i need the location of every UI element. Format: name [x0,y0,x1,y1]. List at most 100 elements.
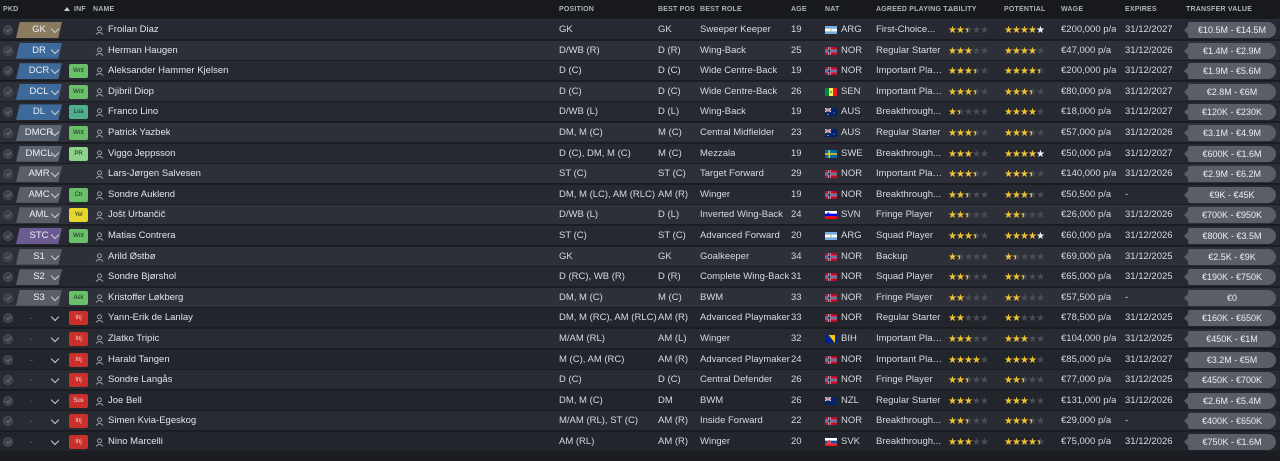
info-badge[interactable]: Loa [69,105,88,120]
table-row[interactable]: - Inj Nino Marcelli AM (RL) AM (R) Winger 20 SV… [0,432,1280,452]
transfer-value-badge[interactable]: €1.9M - €5.6M [1184,63,1276,80]
player-name[interactable]: Patrick Yazbek [108,123,170,143]
select-checkbox[interactable] [3,272,13,283]
info-badge[interactable]: Wnt [69,126,88,140]
transfer-value-badge[interactable]: €10.5M - €14.5M [1184,22,1276,38]
chevron-down-icon[interactable] [50,436,60,446]
transfer-value-badge[interactable]: €600K - €1.6M [1184,145,1276,162]
info-badge[interactable]: Wnt [69,229,88,243]
player-name[interactable]: Sondre Auklend [108,185,175,205]
select-checkbox[interactable] [3,292,13,303]
player-name[interactable]: Nino Marcelli [108,432,163,452]
player-name[interactable]: Sondre Bjørshol [108,267,176,287]
select-checkbox[interactable] [3,148,13,159]
table-row[interactable]: STC Wnt Matias Contrera ST (C) ST (C) Advance… [0,226,1280,246]
col-header-best-pos[interactable]: BEST POS [658,6,695,13]
table-row[interactable]: DMCL PR Viggo Jeppsson D (C), DM, M (C) M (C… [0,143,1280,164]
chevron-down-icon[interactable] [50,416,60,425]
info-badge[interactable]: Inj [69,332,88,346]
table-row[interactable]: DCR Wnt Aleksander Hammer Kjelsen D (C) D (C… [0,61,1280,82]
table-row[interactable]: - Inj Sondre Langås D (C) D (C) Central Defen… [0,370,1280,391]
transfer-value-badge[interactable]: €700K - €950K [1184,207,1276,224]
table-row[interactable]: - Inj Simen Kvia-Egeskog M/AM (RL), ST (C) A… [0,411,1280,432]
transfer-value-badge[interactable]: €0 [1184,289,1276,306]
table-row[interactable]: AML Yel Jošt Urbančič D/WB (L) D (L) Inverted… [0,205,1280,226]
select-checkbox[interactable] [3,416,13,427]
info-badge[interactable]: Inj [69,311,88,326]
info-badge[interactable]: Yel [69,208,88,223]
chevron-down-icon[interactable] [50,354,60,363]
select-checkbox[interactable] [3,354,13,365]
sort-arrow-icon[interactable] [64,7,70,11]
select-checkbox[interactable] [3,25,13,35]
col-header-wage[interactable]: WAGE [1061,6,1083,13]
col-header-age[interactable]: AGE [791,6,807,13]
player-name[interactable]: Yann-Erik de Lanlay [108,308,193,328]
select-checkbox[interactable] [3,375,13,386]
player-name[interactable]: Kristoffer Løkberg [108,288,183,308]
table-row[interactable]: S2 Sondre Bjørshol D (RC), WB (R) D (R) Comp… [0,267,1280,288]
info-badge[interactable]: Inj [69,435,88,449]
col-header-playing-time[interactable]: AGREED PLAYING T... [876,6,953,13]
select-checkbox[interactable] [3,231,13,241]
player-name[interactable]: Arild Østbø [108,247,156,267]
transfer-value-badge[interactable]: €2.5K - €9K [1184,248,1276,265]
transfer-value-badge[interactable]: €9K - €45K [1184,186,1276,203]
info-badge[interactable]: Wnt [69,64,88,79]
table-row[interactable]: - Inj Zlatko Tripic M/AM (RL) AM (L) Winger 32… [0,329,1280,349]
table-row[interactable]: - Inj Yann-Erik de Lanlay DM, M (RC), AM (R… [0,308,1280,329]
col-header-name[interactable]: NAME [93,6,114,13]
transfer-value-badge[interactable]: €1.4M - €2.9M [1184,42,1276,59]
transfer-value-badge[interactable]: €400K - €650K [1184,413,1276,430]
info-badge[interactable]: Sus [69,393,88,408]
select-checkbox[interactable] [3,189,13,200]
table-row[interactable]: AMC Ctr Sondre Auklend DM, M (LC), AM (RLC)… [0,184,1280,205]
transfer-value-badge[interactable]: €800K - €3.5M [1184,228,1276,244]
player-name[interactable]: Joe Bell [108,391,142,411]
select-checkbox[interactable] [3,107,13,118]
table-row[interactable]: - Sus Joe Bell DM, M (C) DM BWM 26 NZL Regular S… [0,390,1280,411]
select-checkbox[interactable] [3,45,13,56]
table-row[interactable]: DL Loa Franco Lino D/WB (L) D (L) Wing-Back 19… [0,102,1280,123]
info-badge[interactable]: Inj [69,352,88,367]
player-name[interactable]: Harald Tangen [108,350,170,370]
select-checkbox[interactable] [3,313,13,324]
col-header-expires[interactable]: EXPIRES [1125,6,1157,13]
info-badge[interactable]: Wnt [69,84,88,99]
table-row[interactable]: GK Froilan Diaz GK GK Sweeper Keeper 19 ARG Fir… [0,20,1280,40]
player-name[interactable]: Jošt Urbančič [108,205,166,225]
player-name[interactable]: Viggo Jeppsson [108,144,175,164]
chevron-down-icon[interactable] [50,374,60,384]
table-row[interactable]: DCL Wnt Djibril Diop D (C) D (C) Wide Centre-… [0,81,1280,102]
transfer-value-badge[interactable]: €2.9M - €6.2M [1184,166,1276,183]
transfer-value-badge[interactable]: €3.1M - €4.9M [1184,125,1276,141]
col-header-potential[interactable]: POTENTIAL [1004,6,1045,13]
select-checkbox[interactable] [3,395,13,406]
table-row[interactable]: S1 Arild Østbø GK GK Goalkeeper 34 NOR Backup ★★… [0,246,1280,267]
chevron-down-icon[interactable] [50,333,60,343]
info-badge[interactable]: Inj [69,373,88,388]
player-name[interactable]: Zlatko Tripic [108,329,159,349]
chevron-down-icon[interactable] [50,395,60,405]
player-name[interactable]: Sondre Langås [108,370,172,390]
player-name[interactable]: Aleksander Hammer Kjelsen [108,61,228,81]
player-name[interactable]: Djibril Diop [108,82,154,102]
select-checkbox[interactable] [3,169,13,180]
col-header-nat[interactable]: NAT [825,6,839,13]
table-row[interactable]: - Inj Harald Tangen M (C), AM (RC) AM (R) Adv… [0,349,1280,370]
info-badge[interactable]: Inj [69,414,88,429]
info-badge[interactable]: Ctr [69,187,88,202]
col-header-ability[interactable]: ABILITY [948,6,977,13]
transfer-value-badge[interactable]: €2.6M - €5.4M [1184,392,1276,409]
transfer-value-badge[interactable]: €120K - €230K [1184,104,1276,121]
table-row[interactable]: AMR Lars-Jørgen Salvesen ST (C) ST (C) Targe… [0,164,1280,185]
chevron-down-icon[interactable] [50,313,60,322]
info-badge[interactable]: Ask [69,290,88,305]
col-header-best-role[interactable]: BEST ROLE [700,6,742,13]
player-name[interactable]: Simen Kvia-Egeskog [108,411,196,431]
select-checkbox[interactable] [3,128,13,138]
info-badge[interactable]: PR [69,146,88,161]
player-name[interactable]: Froilan Diaz [108,20,159,40]
table-row[interactable]: DR Herman Haugen D/WB (R) D (R) Wing-Back 25 N… [0,40,1280,61]
select-checkbox[interactable] [3,437,13,447]
